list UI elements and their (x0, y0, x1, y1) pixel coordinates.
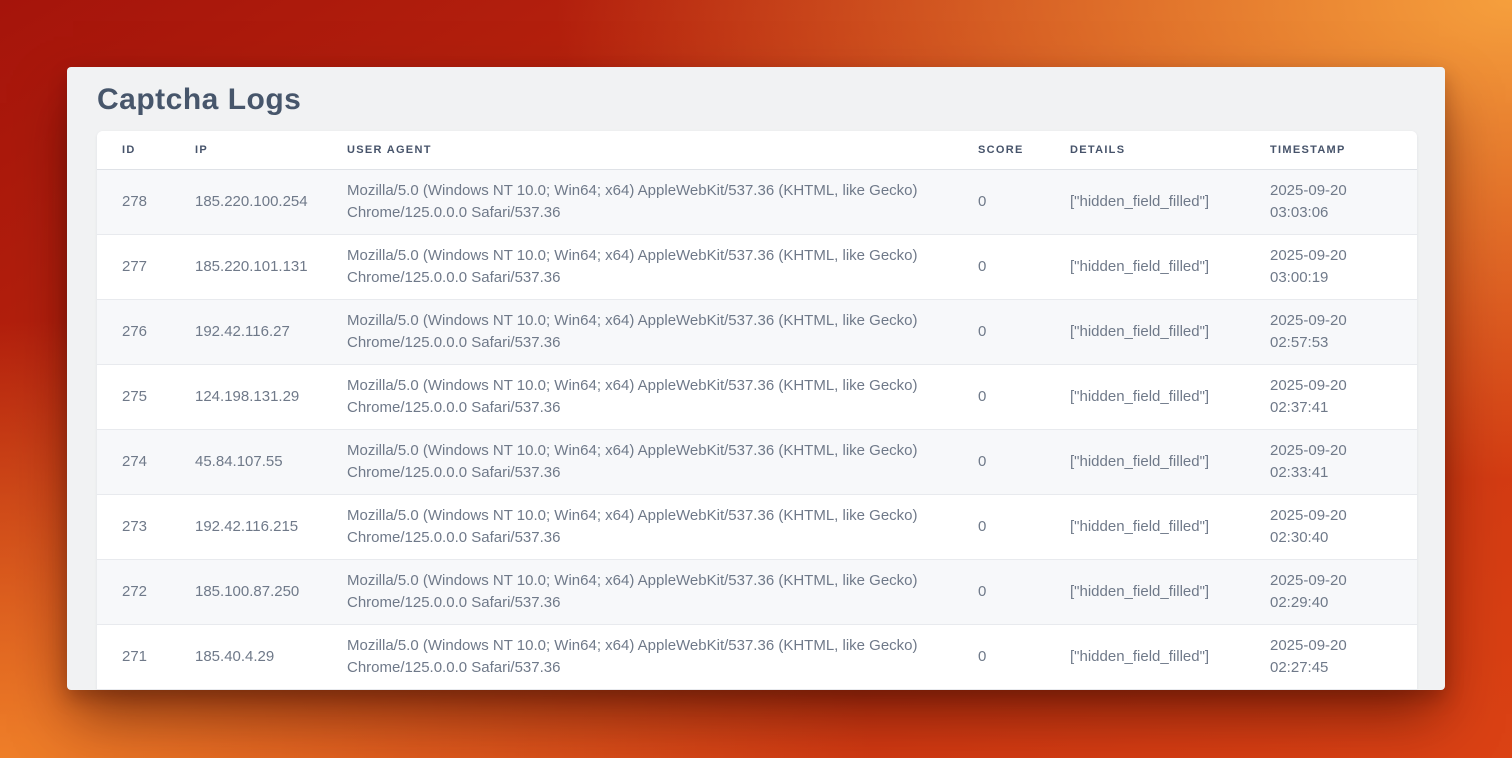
cell-timestamp-date: 2025-09-20 (1270, 375, 1397, 397)
cell-ip: 185.220.101.131 (195, 234, 347, 299)
cell-ip: 192.42.116.27 (195, 299, 347, 364)
cell-id: 272 (97, 559, 195, 624)
cell-details: ["hidden_field_filled"] (1070, 624, 1270, 689)
cell-user-agent: Mozilla/5.0 (Windows NT 10.0; Win64; x64… (347, 169, 978, 234)
column-header-score: SCORE (978, 131, 1070, 169)
cell-score: 0 (978, 624, 1070, 689)
cell-timestamp-time: 02:29:40 (1270, 592, 1397, 614)
captcha-logs-card: Captcha Logs ID IP USER AGENT SCORE DETA… (67, 67, 1445, 690)
table-row: 272 185.100.87.250 Mozilla/5.0 (Windows … (97, 559, 1417, 624)
cell-details: ["hidden_field_filled"] (1070, 234, 1270, 299)
cell-id: 271 (97, 624, 195, 689)
captcha-logs-table: ID IP USER AGENT SCORE DETAILS TIMESTAMP… (97, 131, 1417, 690)
cell-details: ["hidden_field_filled"] (1070, 429, 1270, 494)
cell-id: 278 (97, 169, 195, 234)
cell-timestamp: 2025-09-20 02:30:40 (1270, 494, 1417, 559)
table-header-row: ID IP USER AGENT SCORE DETAILS TIMESTAMP (97, 131, 1417, 169)
cell-ip: 124.198.131.29 (195, 364, 347, 429)
cell-id: 274 (97, 429, 195, 494)
cell-score: 0 (978, 169, 1070, 234)
cell-user-agent: Mozilla/5.0 (Windows NT 10.0; Win64; x64… (347, 299, 978, 364)
cell-timestamp-date: 2025-09-20 (1270, 440, 1397, 462)
cell-score: 0 (978, 299, 1070, 364)
cell-details: ["hidden_field_filled"] (1070, 169, 1270, 234)
cell-timestamp-time: 02:57:53 (1270, 332, 1397, 354)
cell-timestamp-date: 2025-09-20 (1270, 245, 1397, 267)
cell-ip: 192.42.116.215 (195, 494, 347, 559)
cell-id: 275 (97, 364, 195, 429)
cell-ip: 45.84.107.55 (195, 429, 347, 494)
cell-timestamp-time: 03:00:19 (1270, 267, 1397, 289)
cell-details: ["hidden_field_filled"] (1070, 299, 1270, 364)
cell-score: 0 (978, 429, 1070, 494)
table-row: 276 192.42.116.27 Mozilla/5.0 (Windows N… (97, 299, 1417, 364)
cell-timestamp-time: 02:37:41 (1270, 397, 1397, 419)
cell-score: 0 (978, 234, 1070, 299)
cell-user-agent: Mozilla/5.0 (Windows NT 10.0; Win64; x64… (347, 624, 978, 689)
cell-score: 0 (978, 494, 1070, 559)
captcha-logs-table-container: ID IP USER AGENT SCORE DETAILS TIMESTAMP… (97, 131, 1417, 690)
cell-timestamp: 2025-09-20 03:03:06 (1270, 169, 1417, 234)
cell-ip: 185.40.4.29 (195, 624, 347, 689)
cell-details: ["hidden_field_filled"] (1070, 364, 1270, 429)
column-header-user-agent: USER AGENT (347, 131, 978, 169)
table-row: 277 185.220.101.131 Mozilla/5.0 (Windows… (97, 234, 1417, 299)
cell-ip: 185.220.100.254 (195, 169, 347, 234)
table-row: 273 192.42.116.215 Mozilla/5.0 (Windows … (97, 494, 1417, 559)
column-header-ip: IP (195, 131, 347, 169)
table-row: 275 124.198.131.29 Mozilla/5.0 (Windows … (97, 364, 1417, 429)
table-row: 274 45.84.107.55 Mozilla/5.0 (Windows NT… (97, 429, 1417, 494)
cell-user-agent: Mozilla/5.0 (Windows NT 10.0; Win64; x64… (347, 494, 978, 559)
table-header: ID IP USER AGENT SCORE DETAILS TIMESTAMP (97, 131, 1417, 169)
cell-timestamp-date: 2025-09-20 (1270, 310, 1397, 332)
cell-timestamp-date: 2025-09-20 (1270, 570, 1397, 592)
cell-user-agent: Mozilla/5.0 (Windows NT 10.0; Win64; x64… (347, 234, 978, 299)
column-header-timestamp: TIMESTAMP (1270, 131, 1417, 169)
cell-timestamp: 2025-09-20 02:33:41 (1270, 429, 1417, 494)
column-header-details: DETAILS (1070, 131, 1270, 169)
cell-id: 277 (97, 234, 195, 299)
cell-timestamp-date: 2025-09-20 (1270, 635, 1397, 657)
cell-timestamp: 2025-09-20 03:00:19 (1270, 234, 1417, 299)
cell-id: 276 (97, 299, 195, 364)
column-header-id: ID (97, 131, 195, 169)
page-background: { "page_title": "Captcha Logs", "colors"… (0, 0, 1512, 758)
cell-timestamp-date: 2025-09-20 (1270, 505, 1397, 527)
cell-details: ["hidden_field_filled"] (1070, 494, 1270, 559)
cell-timestamp-time: 02:27:45 (1270, 657, 1397, 679)
cell-id: 273 (97, 494, 195, 559)
cell-user-agent: Mozilla/5.0 (Windows NT 10.0; Win64; x64… (347, 364, 978, 429)
table-row: 278 185.220.100.254 Mozilla/5.0 (Windows… (97, 169, 1417, 234)
table-row: 271 185.40.4.29 Mozilla/5.0 (Windows NT … (97, 624, 1417, 689)
cell-timestamp-time: 02:30:40 (1270, 527, 1397, 549)
cell-score: 0 (978, 559, 1070, 624)
cell-timestamp: 2025-09-20 02:29:40 (1270, 559, 1417, 624)
cell-timestamp-time: 02:33:41 (1270, 462, 1397, 484)
cell-ip: 185.100.87.250 (195, 559, 347, 624)
page-title: Captcha Logs (97, 83, 301, 117)
cell-timestamp-date: 2025-09-20 (1270, 180, 1397, 202)
cell-timestamp-time: 03:03:06 (1270, 202, 1397, 224)
cell-timestamp: 2025-09-20 02:27:45 (1270, 624, 1417, 689)
cell-user-agent: Mozilla/5.0 (Windows NT 10.0; Win64; x64… (347, 559, 978, 624)
cell-details: ["hidden_field_filled"] (1070, 559, 1270, 624)
table-body: 278 185.220.100.254 Mozilla/5.0 (Windows… (97, 169, 1417, 689)
cell-timestamp: 2025-09-20 02:57:53 (1270, 299, 1417, 364)
cell-score: 0 (978, 364, 1070, 429)
cell-user-agent: Mozilla/5.0 (Windows NT 10.0; Win64; x64… (347, 429, 978, 494)
cell-timestamp: 2025-09-20 02:37:41 (1270, 364, 1417, 429)
